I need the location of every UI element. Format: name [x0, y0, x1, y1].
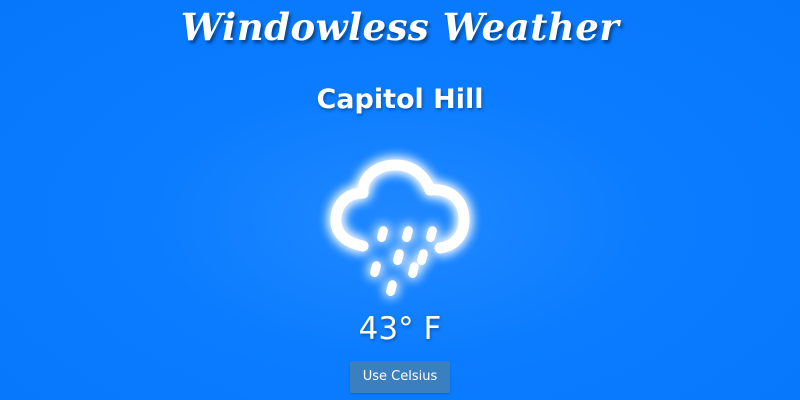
cloud-rain-icon — [300, 138, 500, 318]
weather-app: Windowless Weather Capitol Hill 43° F Us… — [0, 0, 800, 400]
temperature-readout: 43° F — [358, 311, 442, 347]
location-name: Capitol Hill — [316, 84, 484, 115]
app-title: Windowless Weather — [180, 5, 620, 49]
use-celsius-button[interactable]: Use Celsius — [350, 361, 450, 393]
